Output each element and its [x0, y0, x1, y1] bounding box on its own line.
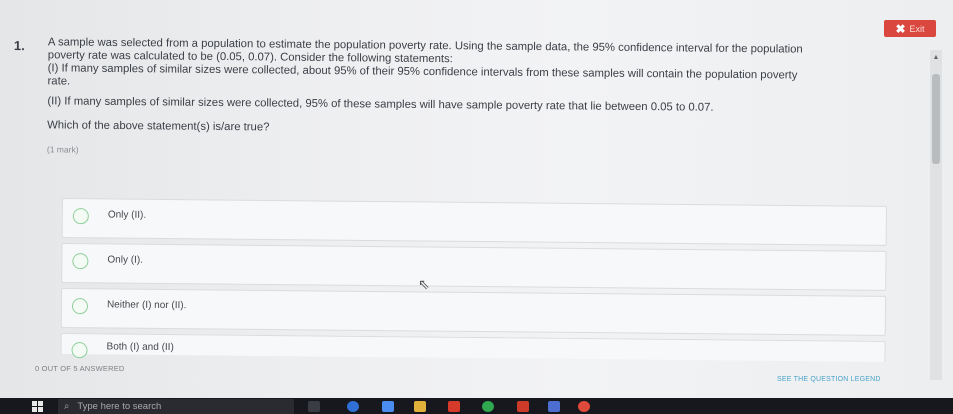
option-only-ii[interactable]: Only (II). [61, 198, 887, 246]
option-only-i[interactable]: Only (I). [61, 242, 887, 291]
radio-button[interactable] [72, 208, 89, 225]
exit-button[interactable]: ✖ Exit [884, 20, 936, 37]
search-icon: ⌕ [64, 401, 70, 412]
taskbar: ⌕ Type here to search [0, 398, 953, 414]
option-neither[interactable]: Neither (I) nor (II). [60, 287, 887, 336]
exam-screen: ✖ Exit ▲ 1. A sample was selected from a… [0, 0, 953, 398]
chrome-icon[interactable] [482, 401, 494, 412]
scroll-thumb[interactable] [932, 74, 940, 164]
windows-icon[interactable] [32, 401, 43, 412]
question-number: 1. [13, 37, 25, 54]
search-placeholder: Type here to search [77, 401, 162, 412]
radio-button[interactable] [72, 253, 89, 270]
powerpoint-icon[interactable] [517, 401, 529, 412]
app-icon[interactable] [382, 401, 394, 412]
office-icon[interactable] [448, 401, 460, 412]
scroll-up-icon[interactable]: ▲ [930, 54, 942, 61]
scrollbar[interactable]: ▲ [930, 50, 942, 380]
statement-2: (II) If many samples of similar sizes we… [47, 95, 714, 114]
app-icon[interactable] [578, 401, 590, 412]
option-label: Both (I) and (II) [106, 341, 174, 354]
option-label: Only (II). [107, 209, 147, 221]
close-icon: ✖ [895, 21, 906, 36]
exit-label: Exit [909, 23, 925, 34]
mouse-cursor-icon: ⇖ [418, 276, 430, 292]
answered-count: 0 OUT OF 5 ANSWERED [35, 364, 125, 373]
radio-button[interactable] [71, 298, 89, 315]
option-both[interactable]: Both (I) and (II) [60, 332, 886, 362]
edge-icon[interactable] [347, 401, 359, 412]
option-label: Neither (I) nor (II). [106, 299, 187, 312]
question-text: A sample was selected from a population … [47, 36, 908, 164]
question-prompt: Which of the above statement(s) is/are t… [47, 119, 270, 134]
word-icon[interactable] [548, 401, 560, 412]
option-label: Only (I). [107, 254, 144, 266]
folder-icon[interactable] [414, 401, 426, 412]
question-marks: (1 mark) [46, 144, 79, 155]
taskbar-search[interactable]: ⌕ Type here to search [58, 399, 294, 414]
radio-button[interactable] [71, 342, 88, 359]
question-area: 1. A sample was selected from a populati… [14, 36, 914, 154]
task-view-icon[interactable] [308, 401, 320, 412]
answer-options: Only (II). Only (I). Neither (I) nor (II… [60, 198, 887, 367]
question-legend-link[interactable]: SEE THE QUESTION LEGEND [777, 376, 881, 383]
